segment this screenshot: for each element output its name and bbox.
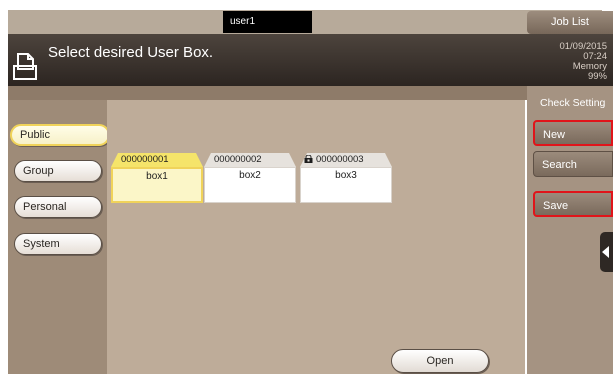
tab-personal[interactable]: Personal [14, 196, 102, 218]
box-number-tab: 000000001 [111, 153, 203, 167]
chevron-left-icon [602, 246, 609, 258]
status-readout: 01/09/2015 07:24 Memory 99% [559, 42, 607, 82]
page-title: Select desired User Box. [48, 44, 214, 61]
main-panel-top [107, 86, 527, 100]
box-name: box1 [111, 167, 203, 203]
current-user-label: user1 [223, 11, 312, 33]
search-button[interactable]: Search [533, 151, 613, 177]
box-number-tab: 000000002 [204, 153, 296, 167]
box-number-text: 000000003 [316, 154, 364, 165]
check-setting-button[interactable]: Check Setting [537, 93, 613, 113]
user-box-2[interactable]: 000000002 box2 [204, 153, 296, 203]
box-list-area [107, 100, 525, 374]
job-list-button[interactable]: Job List [527, 11, 613, 34]
box-number-tab: 000000003 [300, 153, 392, 167]
new-button[interactable]: New [533, 120, 613, 146]
tab-group[interactable]: Group [14, 160, 102, 182]
lock-icon [304, 154, 313, 162]
user-box-document-icon [12, 52, 38, 82]
tab-system[interactable]: System [14, 233, 102, 255]
memory-value: 99% [587, 71, 607, 82]
user-box-1[interactable]: 000000001 box1 [111, 153, 203, 203]
category-panel-top [8, 86, 107, 100]
save-button[interactable]: Save [533, 191, 613, 217]
box-name: box2 [204, 167, 296, 203]
expand-panel-handle[interactable] [600, 232, 613, 272]
tab-public[interactable]: Public [10, 124, 110, 146]
user-box-3[interactable]: 000000003 box3 [300, 153, 392, 203]
open-button[interactable]: Open [391, 349, 489, 373]
box-name: box3 [300, 167, 392, 203]
